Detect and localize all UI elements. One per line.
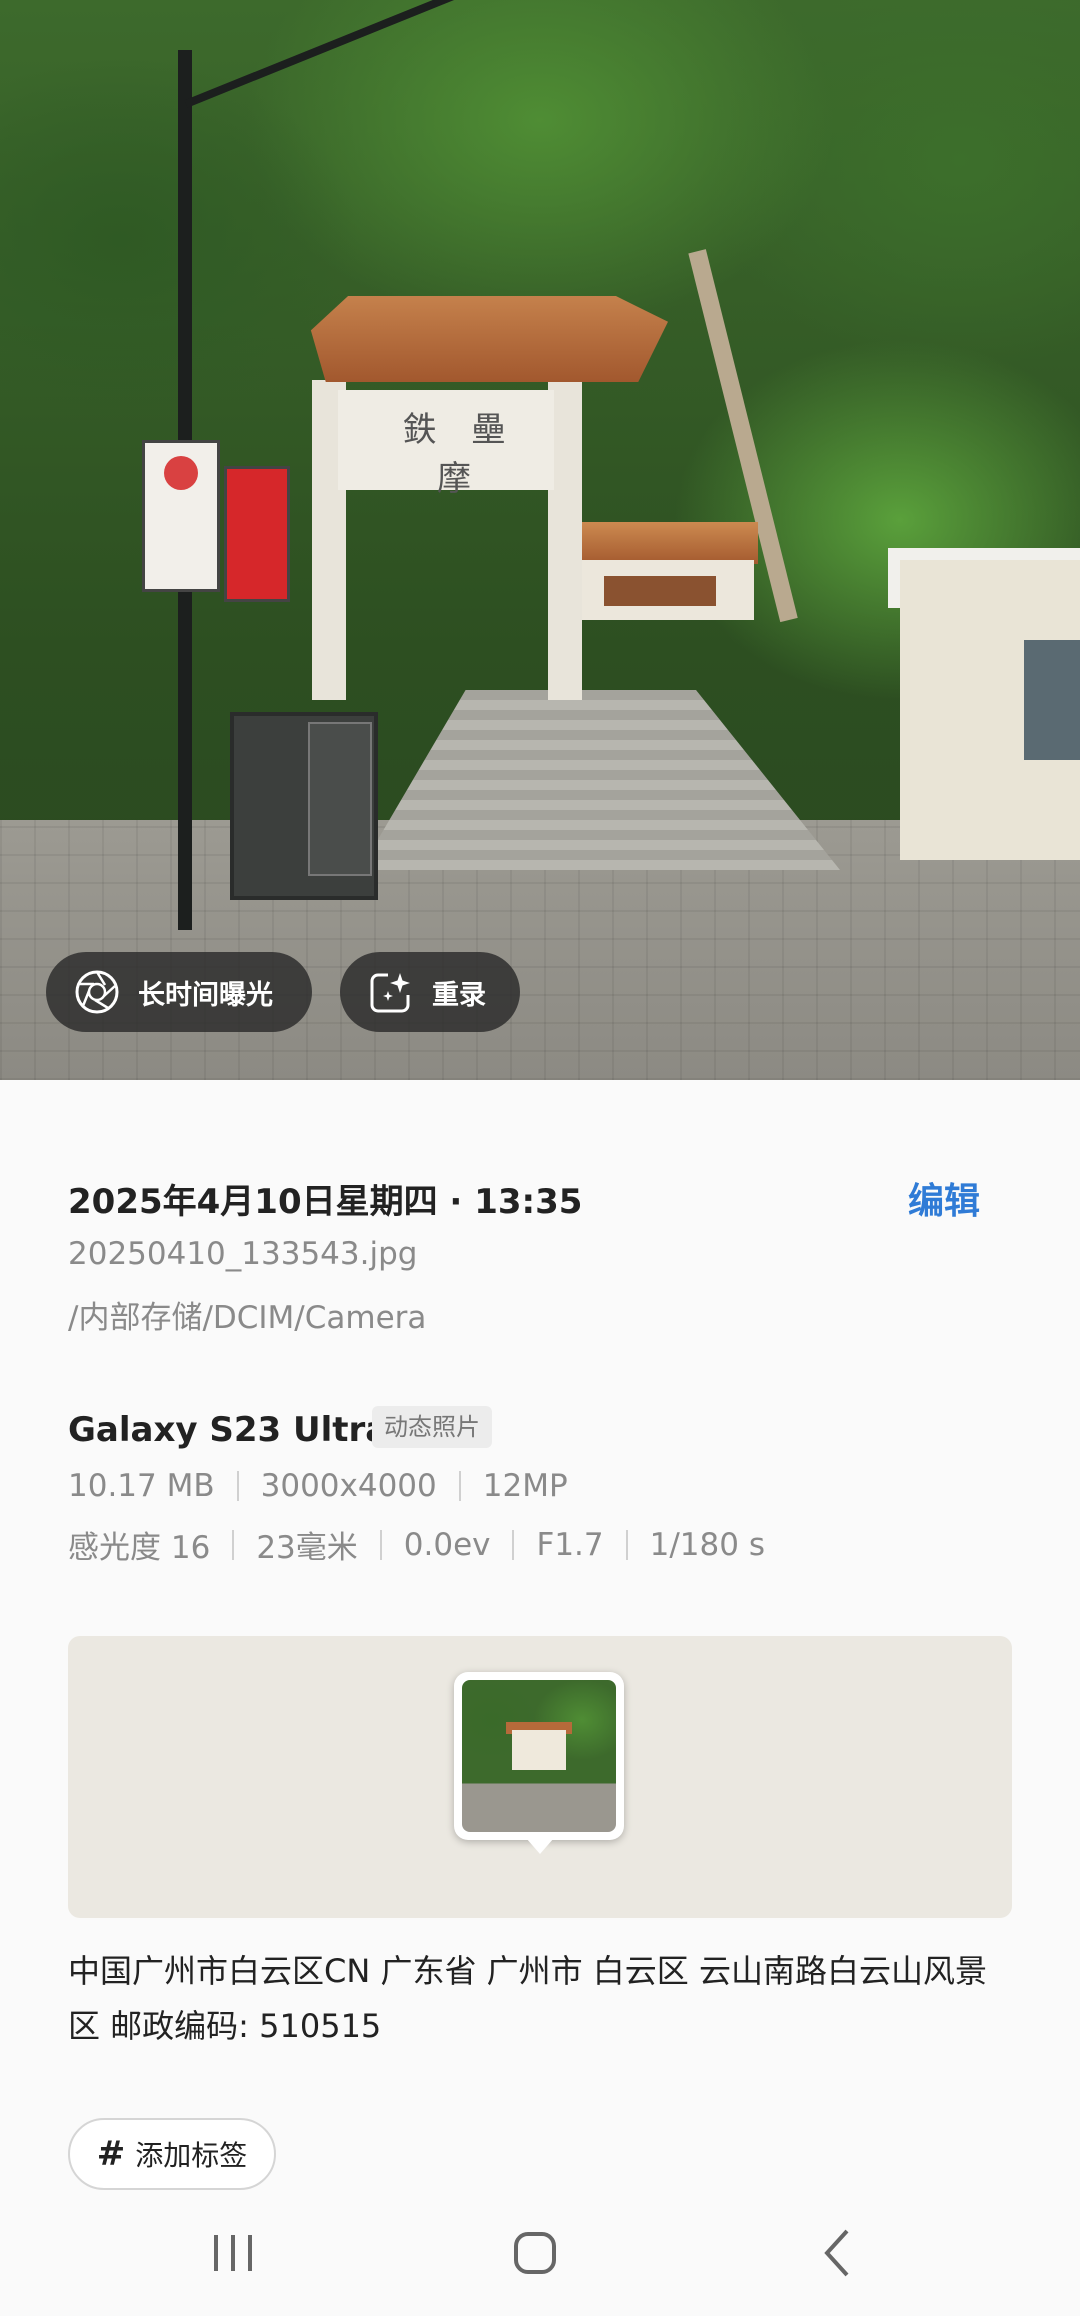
pin-thumbnail [462,1680,616,1832]
long-exposure-button[interactable]: 长时间曝光 [46,952,312,1032]
hash-icon: # [96,2134,126,2174]
divider [512,1529,515,1560]
back-icon [824,2229,849,2277]
photo-datetime: 2025年4月10日星期四 · 13:35 [68,1182,583,1222]
divider [232,1529,235,1560]
divider [625,1529,628,1560]
file-specs-row: 10.17 MB 3000x4000 12MP [68,1468,568,1504]
exposure-value: 0.0ev [403,1526,491,1563]
home-icon [514,2232,556,2274]
thumb-gate [512,1730,566,1770]
aperture: F1.7 [536,1526,604,1563]
focal-length: 23毫米 [256,1530,358,1566]
recent-apps-button[interactable] [198,2222,268,2284]
add-tag-label: 添加标签 [135,2139,248,2172]
resolution: 3000x4000 [260,1468,437,1504]
add-tag-button[interactable]: # 添加标签 [68,2118,276,2190]
lamp-arm [184,0,466,108]
motion-photo-badge: 动态照片 [372,1406,492,1448]
remaster-button[interactable]: 重录 [340,952,520,1032]
recent-apps-icon [214,2235,252,2271]
photo-view[interactable]: 鉄 壘 摩 长时间曝光 重录 [0,0,1080,1080]
file-size: 10.17 MB [68,1468,215,1504]
shutter-speed: 1/180 s [649,1526,765,1563]
banner-lantern [164,456,198,490]
home-button[interactable] [500,2222,570,2284]
back-button[interactable] [802,2222,872,2284]
long-exposure-label: 长时间曝光 [138,979,273,1011]
map-board [308,722,372,876]
divider [236,1471,239,1501]
sparkle-frame-icon [368,969,414,1015]
device-name: Galaxy S23 Ultra [68,1410,389,1450]
map-photo-pin[interactable] [454,1672,624,1840]
side-roof [574,522,758,564]
side-building-window [604,576,716,606]
file-path: /内部存储/DCIM/Camera [68,1300,427,1336]
gate-inscription: 鉄 壘 摩 [402,410,518,499]
megapixels: 12MP [482,1468,568,1504]
banner-red [224,466,290,602]
camera-specs-row: 感光度 16 23毫米 0.0ev F1.7 1/180 s [68,1522,765,1567]
stone-steps [360,690,840,870]
remaster-label: 重录 [432,979,486,1011]
gate-roof [310,296,668,382]
aperture-icon [74,969,120,1015]
divider [379,1529,382,1560]
file-name: 20250410_133543.jpg [68,1236,418,1272]
divider [458,1471,461,1501]
booth-window [1024,640,1080,760]
location-address: 中国广州市白云区CN 广东省 广州市 白云区 云山南路白云山风景区 邮政编码: … [68,1952,987,2045]
edit-button[interactable]: 编辑 [908,1172,980,1224]
iso: 感光度 16 [68,1530,211,1566]
pin-pointer [526,1838,554,1854]
